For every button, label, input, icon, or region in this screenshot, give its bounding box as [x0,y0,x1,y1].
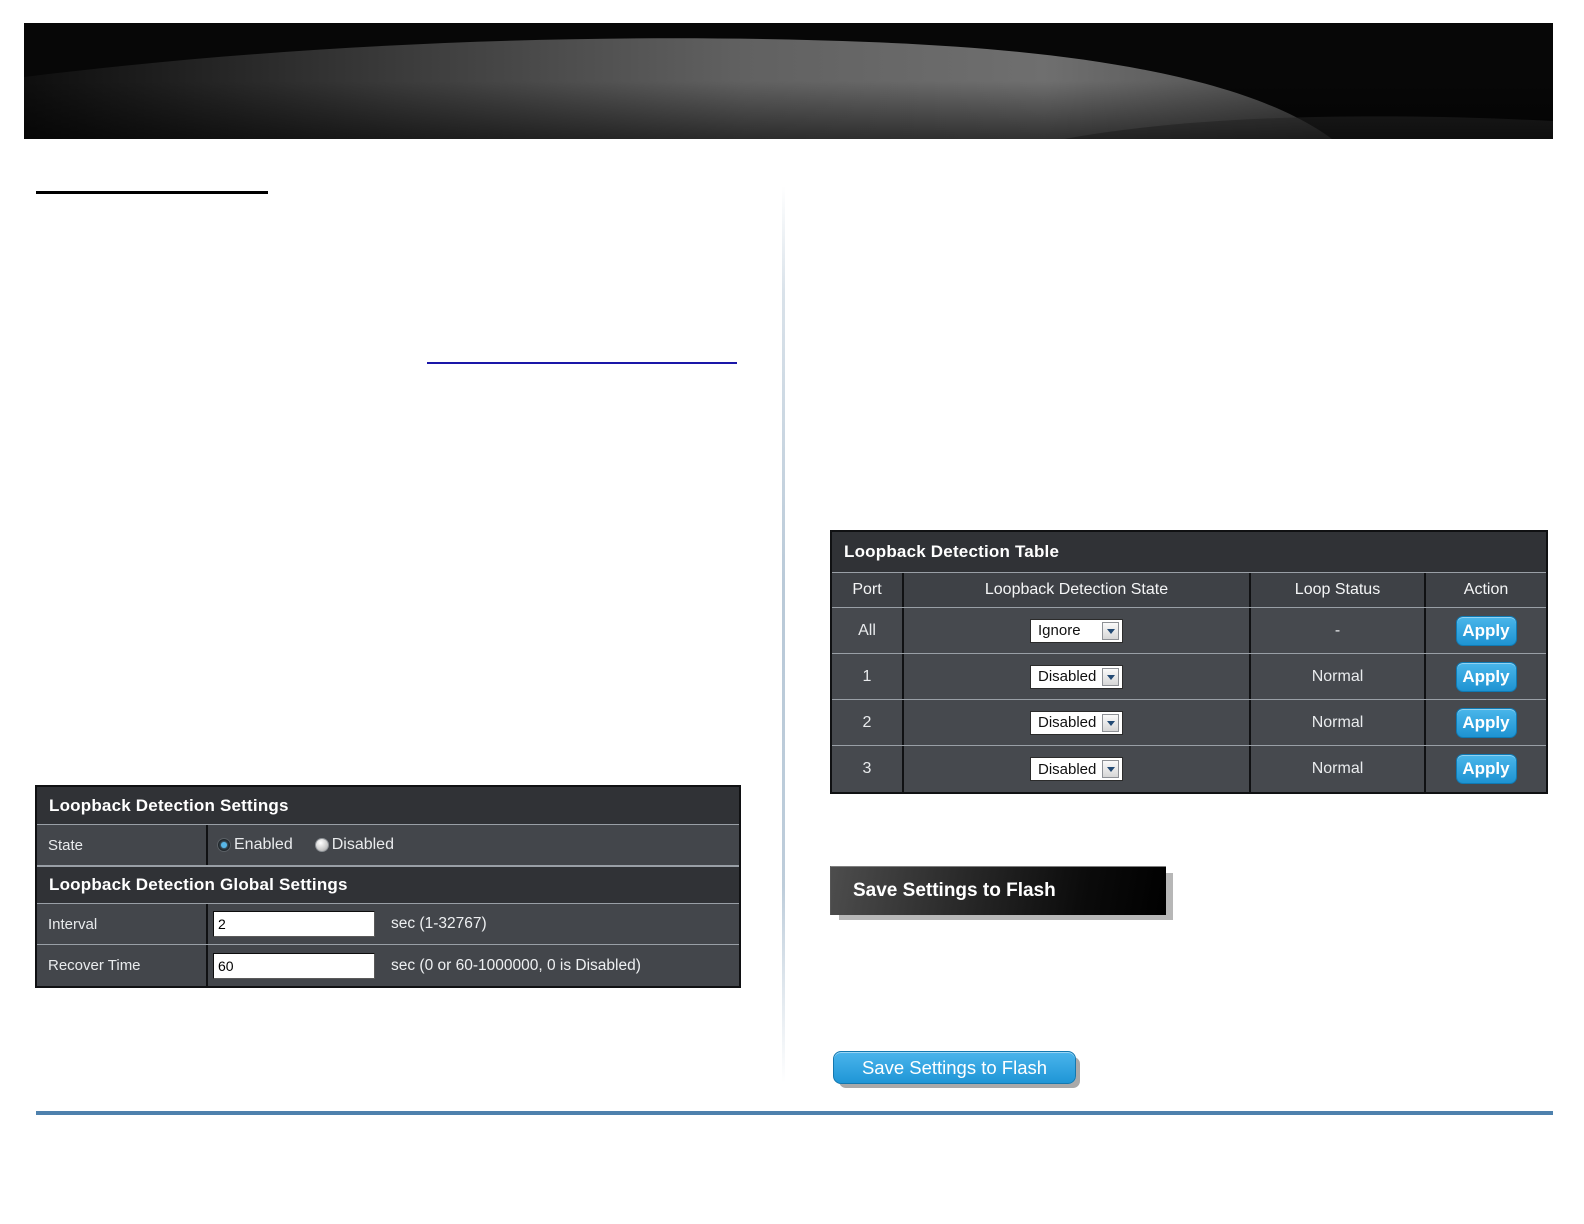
state-cell: Disabled [904,746,1251,792]
apply-button-port3[interactable]: Apply [1455,754,1517,784]
header-banner-image [24,23,1553,139]
section-heading-underline [36,191,268,194]
table-row-1: 1 Disabled Normal Apply [832,654,1546,700]
interval-value-cell: sec (1-32767) [208,904,739,944]
recover-time-input[interactable] [213,952,375,979]
dropdown-arrow-icon[interactable] [1102,621,1119,640]
loop-status-cell: - [1251,608,1426,653]
state-label: State [37,825,208,865]
interval-hint: sec (1-32767) [391,915,487,932]
col-header-action: Action [1463,581,1509,598]
port-table-header-row: Port Loopback Detection State Loop Statu… [832,573,1546,608]
interval-label: Interval [37,904,208,944]
loop-status-cell: Normal [1251,700,1426,745]
loop-status-cell: Normal [1251,746,1426,792]
port-cell: 3 [832,746,904,792]
action-cell: Apply [1426,746,1546,792]
table-row-all: All Ignore - Apply [832,608,1546,654]
state-select-port3[interactable]: Disabled [1030,757,1123,781]
dropdown-arrow-icon[interactable] [1102,667,1119,686]
col-header-port: Port [832,573,904,607]
state-cell: Disabled [904,654,1251,699]
footer-divider-rule [36,1111,1553,1115]
column-divider-line [782,186,785,1083]
action-cell: Apply [1426,608,1546,653]
loop-status-cell: Normal [1251,654,1426,699]
state-select-port2[interactable]: Disabled [1030,710,1123,735]
global-settings-title: Loopback Detection Global Settings [37,866,739,904]
dropdown-arrow-icon[interactable] [1102,713,1119,732]
action-cell: Apply [1426,654,1546,699]
recover-time-value-cell: sec (0 or 60-1000000, 0 is Disabled) [208,945,739,986]
interval-input[interactable] [213,911,375,937]
state-select-port1[interactable]: Disabled [1030,664,1123,689]
save-settings-section-banner: Save Settings to Flash [830,866,1166,915]
settings-panel-title: Loopback Detection Settings [37,787,739,825]
state-select-value: Disabled [1038,714,1097,731]
port-cell: 2 [832,700,904,745]
recover-time-label: Recover Time [37,945,208,986]
manual-page: Loopback Detection Settings State Enable… [0,0,1584,1224]
state-select-all[interactable]: Ignore [1030,618,1123,643]
table-row-3: 3 Disabled Normal Apply [832,746,1546,792]
port-cell: 1 [832,654,904,699]
loopback-detection-table: Loopback Detection Table Port Loopback D… [830,530,1548,794]
action-cell: Apply [1426,700,1546,745]
dropdown-arrow-icon[interactable] [1102,760,1119,778]
table-row-2: 2 Disabled Normal Apply [832,700,1546,746]
enabled-radio-label: Enabled [234,836,293,853]
port-table-title: Loopback Detection Table [832,532,1546,573]
col-header-loop-status: Loop Status [1251,573,1426,607]
loopback-detection-settings-table: Loopback Detection Settings State Enable… [35,785,741,988]
state-select-value: Ignore [1038,622,1081,639]
recover-time-hint: sec (0 or 60-1000000, 0 is Disabled) [391,956,641,974]
state-options: Enabled Disabled [208,825,739,865]
state-cell: Disabled [904,700,1251,745]
col-header-state: Loopback Detection State [904,573,1251,607]
interval-row: Interval sec (1-32767) [37,904,739,945]
banner-swoosh-graphic [24,23,1553,139]
state-select-value: Disabled [1038,760,1097,778]
state-row: State Enabled Disabled [37,825,739,866]
apply-button-port2[interactable]: Apply [1455,707,1517,738]
hyperlink-underline[interactable] [427,362,737,364]
save-settings-to-flash-button[interactable]: Save Settings to Flash [833,1051,1076,1084]
state-cell: Ignore [904,608,1251,653]
apply-button-all[interactable]: Apply [1455,615,1517,646]
recover-time-row: Recover Time sec (0 or 60-1000000, 0 is … [37,945,739,986]
disabled-radio-label: Disabled [331,836,394,853]
port-cell: All [832,608,904,653]
apply-button-port1[interactable]: Apply [1455,661,1517,692]
enabled-radio[interactable] [217,838,231,852]
state-select-value: Disabled [1038,668,1097,685]
disabled-radio[interactable] [314,838,329,852]
